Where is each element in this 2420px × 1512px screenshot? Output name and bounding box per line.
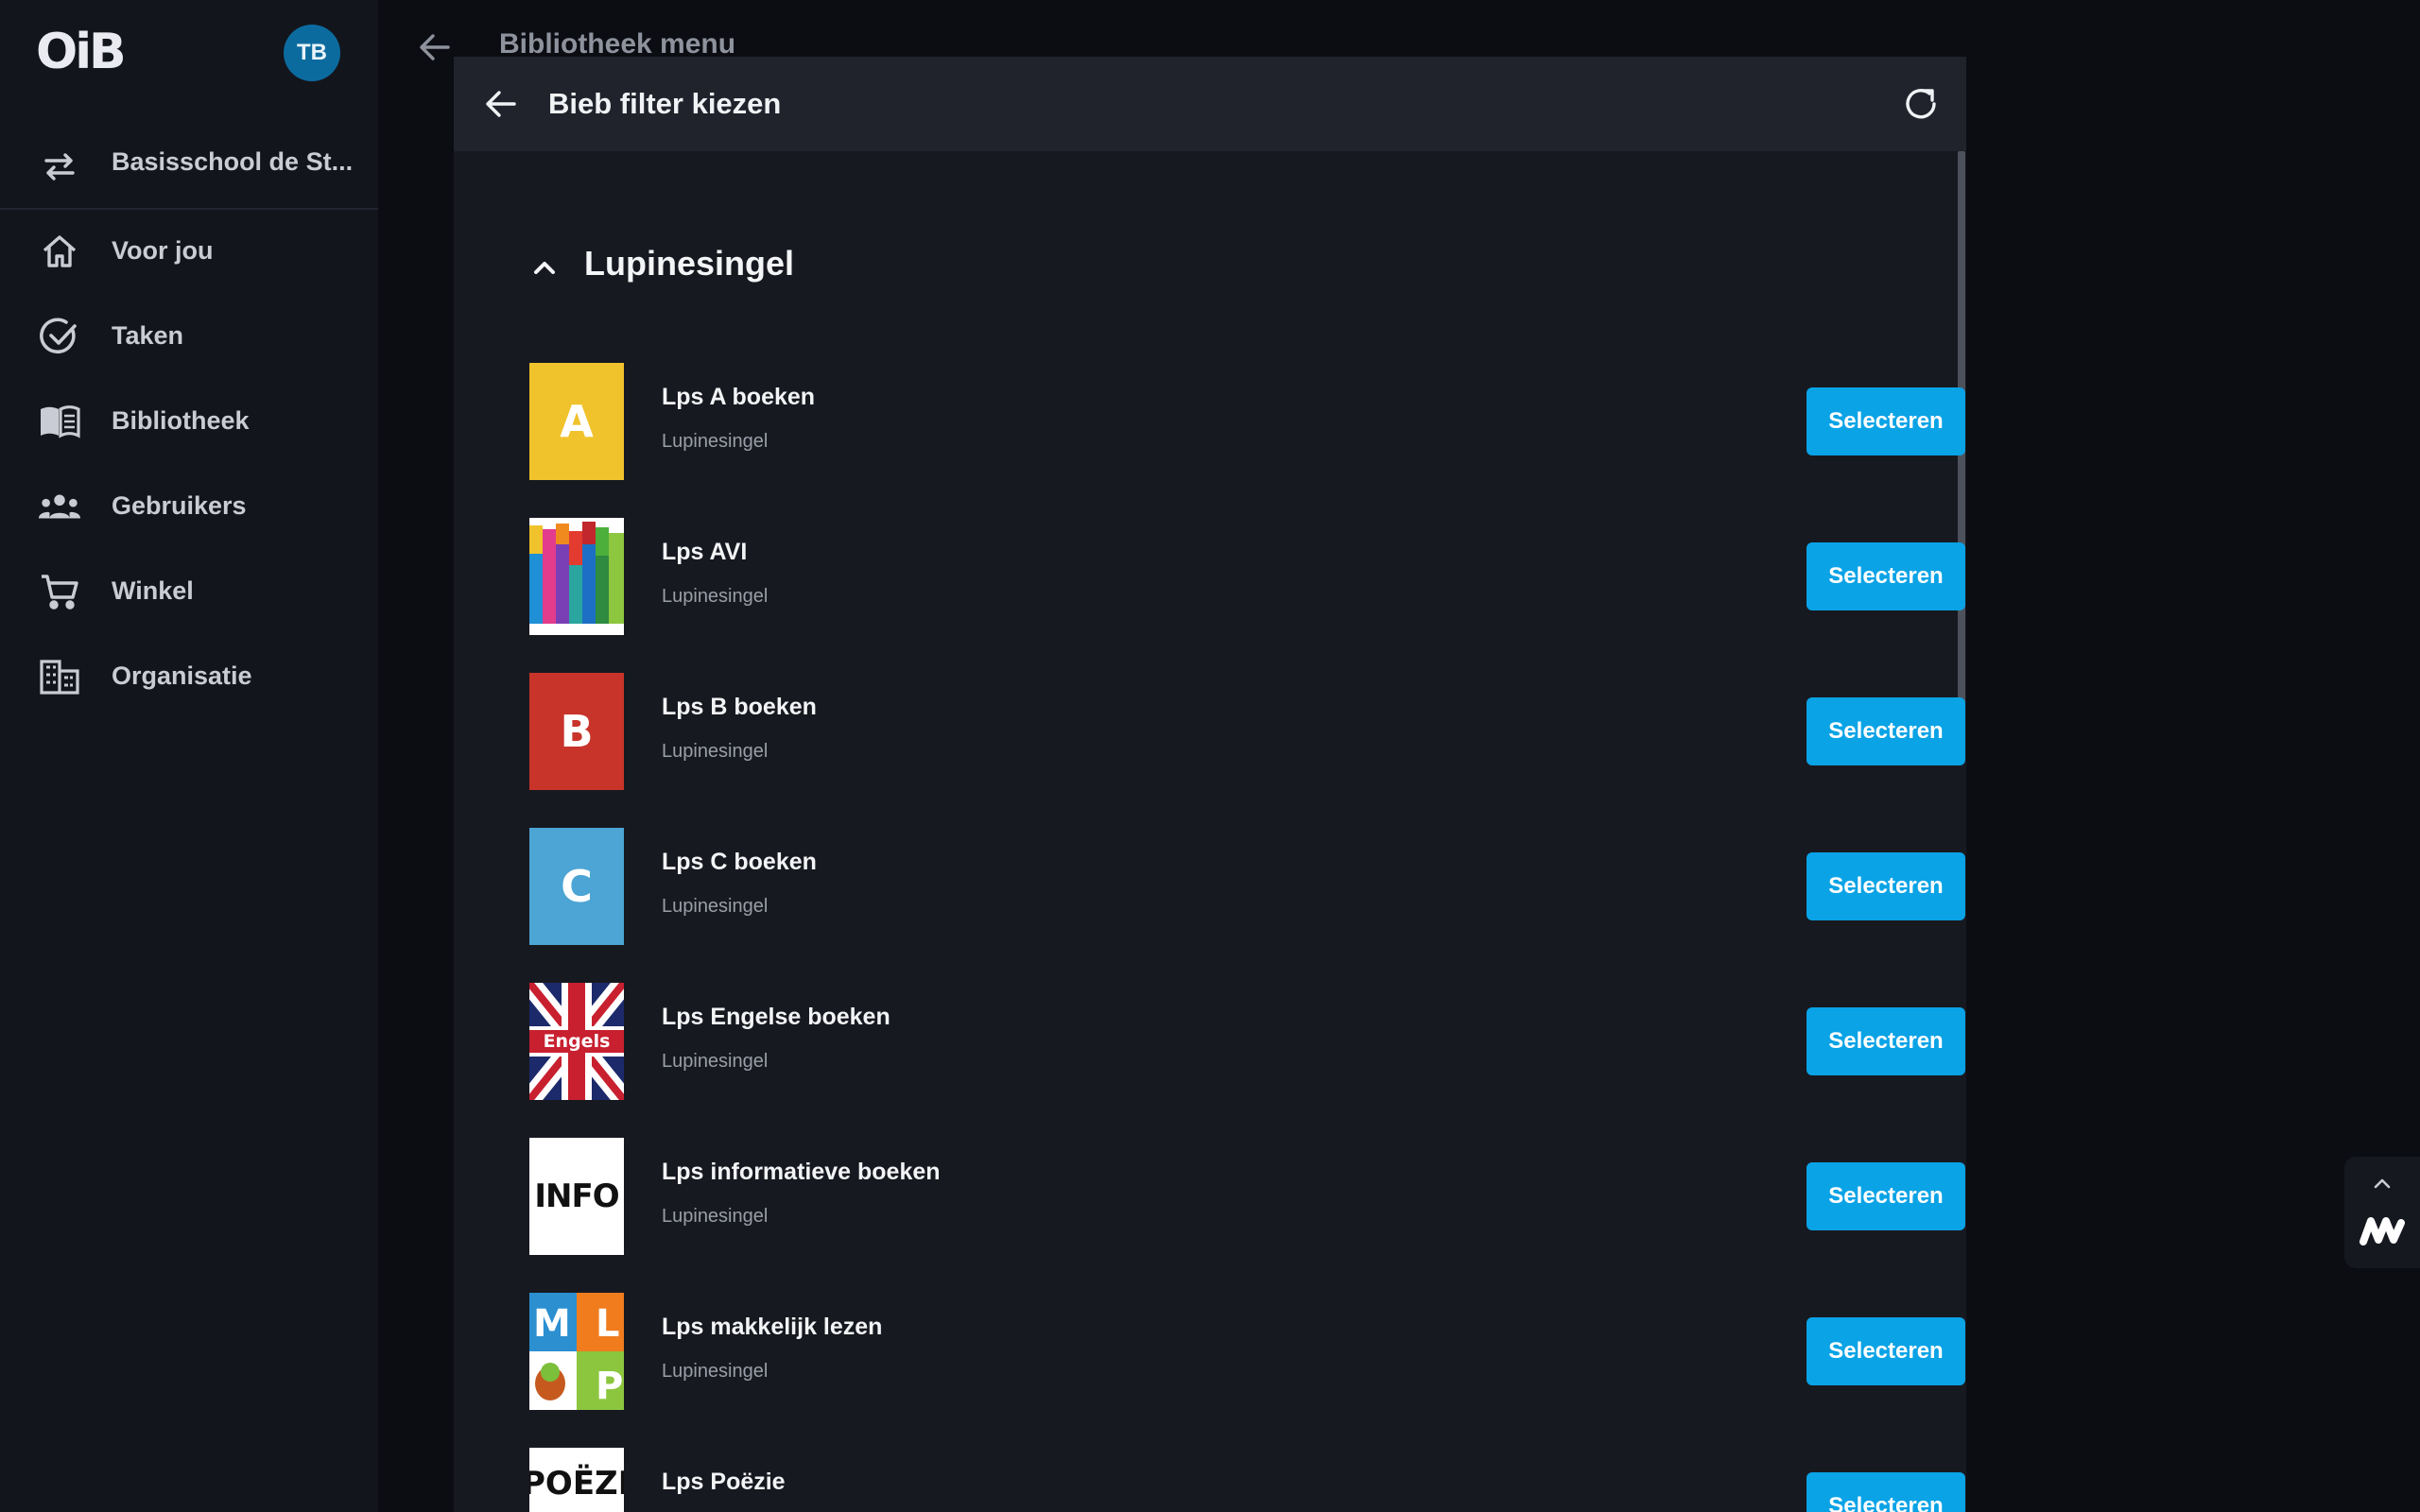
thumbnail-label: Engels xyxy=(543,1031,611,1052)
list-item: POËZIE Lps Poëzie Selecteren xyxy=(529,1448,1965,1512)
list-item: Lps AVI Lupinesingel Selecteren xyxy=(529,518,1965,635)
select-button[interactable]: Selecteren xyxy=(1806,697,1965,765)
sidebar-item-bibliotheek[interactable]: Bibliotheek xyxy=(0,384,378,459)
users-icon xyxy=(38,485,81,528)
select-button[interactable]: Selecteren xyxy=(1806,542,1965,610)
item-name: Lps AVI xyxy=(662,539,748,565)
list-item: A Lps A boeken Lupinesingel Selecteren xyxy=(529,363,1965,480)
refresh-icon[interactable] xyxy=(1900,83,1942,125)
sidebar-item-label: Bibliotheek xyxy=(112,406,250,435)
section-collapse-toggle[interactable] xyxy=(529,246,560,293)
back-arrow-icon[interactable] xyxy=(416,28,454,66)
swap-arrows-icon xyxy=(38,145,81,188)
chat-logo-icon[interactable] xyxy=(2358,1211,2407,1254)
svg-text:M: M xyxy=(533,1302,571,1346)
item-subtitle: Lupinesingel xyxy=(662,1051,769,1072)
sidebar-item-label: Winkel xyxy=(112,576,194,605)
modal-title: Bieb filter kiezen xyxy=(548,87,782,120)
item-name: Lps A boeken xyxy=(662,384,816,410)
list-item: C Lps C boeken Lupinesingel Selecteren xyxy=(529,828,1965,945)
chevron-up-icon xyxy=(529,252,560,287)
list-item: INFO Lps informatieve boeken Lupinesinge… xyxy=(529,1138,1965,1255)
sidebar: OiB TB Basisschool de St... Voor jou Tak… xyxy=(0,0,378,1512)
shopping-cart-icon xyxy=(38,570,81,613)
list-item: M L P Lps makkelijk lezen Lupinesingel S… xyxy=(529,1293,1965,1410)
item-name: Lps B boeken xyxy=(662,694,817,720)
page-title: Bibliotheek menu xyxy=(499,28,736,60)
building-icon xyxy=(38,655,81,698)
open-book-icon xyxy=(38,400,81,443)
thumbnail-label: POËZIE xyxy=(529,1465,624,1503)
sidebar-item-label: Gebruikers xyxy=(112,491,247,520)
item-name: Lps makkelijk lezen xyxy=(662,1314,883,1340)
item-subtitle: Lupinesingel xyxy=(662,741,769,762)
item-subtitle: Lupinesingel xyxy=(662,1361,769,1382)
list-item: B Lps B boeken Lupinesingel Selecteren xyxy=(529,673,1965,790)
item-subtitle: Lupinesingel xyxy=(662,896,769,917)
back-arrow-icon[interactable] xyxy=(482,85,520,123)
section-title: Lupinesingel xyxy=(584,244,795,283)
thumbnail-mlp: M L P xyxy=(529,1293,624,1410)
select-button[interactable]: Selecteren xyxy=(1806,1317,1965,1385)
select-button[interactable]: Selecteren xyxy=(1806,1162,1965,1230)
list-item: Engels Lps Engelse boeken Lupinesingel S… xyxy=(529,983,1965,1100)
sidebar-item-taken[interactable]: Taken xyxy=(0,299,378,374)
thumbnail-c: C xyxy=(529,828,624,945)
sidebar-item-winkel[interactable]: Winkel xyxy=(0,554,378,629)
school-name: Basisschool de St... xyxy=(112,147,354,176)
item-subtitle: Lupinesingel xyxy=(662,1206,769,1227)
select-button[interactable]: Selecteren xyxy=(1806,1007,1965,1075)
library-filter-modal: Bieb filter kiezen Lupinesingel A Lps A … xyxy=(454,57,1966,1512)
thumbnail-union-jack: Engels xyxy=(529,983,624,1100)
floating-help-widget[interactable] xyxy=(2344,1157,2420,1268)
sidebar-item-voor-jou[interactable]: Voor jou xyxy=(0,214,378,289)
sidebar-item-gebruikers[interactable]: Gebruikers xyxy=(0,469,378,544)
thumbnail-poezie: POËZIE xyxy=(529,1448,624,1512)
app-logo[interactable]: OiB xyxy=(36,26,127,77)
modal-header: Bieb filter kiezen xyxy=(454,57,1966,151)
select-button[interactable]: Selecteren xyxy=(1806,387,1965,455)
sidebar-item-organisatie[interactable]: Organisatie xyxy=(0,639,378,714)
thumbnail-a: A xyxy=(529,363,624,480)
thumbnail-avi xyxy=(529,518,624,635)
user-avatar[interactable]: TB xyxy=(284,25,340,81)
item-name: Lps Poëzie xyxy=(662,1469,786,1495)
home-icon xyxy=(38,230,81,273)
school-switcher[interactable]: Basisschool de St... xyxy=(0,123,378,210)
thumbnail-b: B xyxy=(529,673,624,790)
select-button[interactable]: Selecteren xyxy=(1806,852,1965,920)
sidebar-item-label: Organisatie xyxy=(112,662,252,690)
item-subtitle: Lupinesingel xyxy=(662,431,769,452)
sidebar-item-label: Taken xyxy=(112,321,184,350)
select-button[interactable]: Selecteren xyxy=(1806,1472,1965,1512)
item-name: Lps C boeken xyxy=(662,849,817,875)
sidebar-item-label: Voor jou xyxy=(112,236,214,265)
check-circle-icon xyxy=(38,315,81,358)
svg-text:L: L xyxy=(596,1302,620,1346)
item-name: Lps informatieve boeken xyxy=(662,1159,941,1185)
svg-text:P: P xyxy=(596,1365,623,1408)
chevron-up-icon[interactable] xyxy=(2371,1174,2394,1197)
item-name: Lps Engelse boeken xyxy=(662,1004,890,1030)
item-subtitle: Lupinesingel xyxy=(662,586,769,607)
thumbnail-info: INFO xyxy=(529,1138,624,1255)
